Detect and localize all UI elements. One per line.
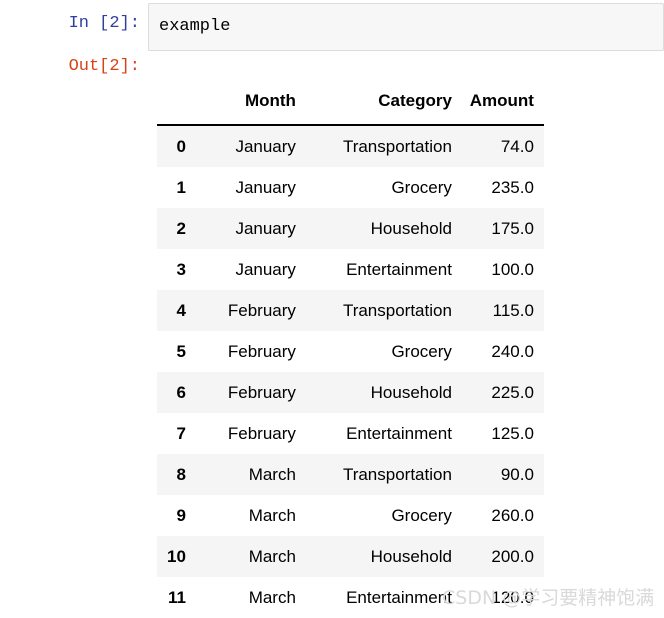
cell-amount: 125.0 <box>491 423 534 443</box>
cell-category: Grocery <box>391 177 452 197</box>
cell-category: Household <box>370 382 452 402</box>
row-index-cell: 1 <box>176 177 186 197</box>
table-row: 9 March Grocery 260.0 <box>157 495 544 536</box>
row-index-cell: 4 <box>176 300 186 320</box>
cell-category: Grocery <box>391 505 452 525</box>
table-row: 1 January Grocery 235.0 <box>157 167 544 208</box>
notebook-output-area: Month Category Amount 0 January Transporta… <box>0 84 664 618</box>
cell-month: January <box>235 136 296 156</box>
cell-category: Household <box>370 546 452 566</box>
table-row: 11 March Entertainment 120.0 <box>157 577 544 618</box>
table-row: 10 March Household 200.0 <box>157 536 544 577</box>
column-header-month: Month <box>195 84 304 126</box>
notebook-input-cell: In [2]: example <box>0 0 664 54</box>
dataframe-header: Month Category Amount <box>157 84 544 126</box>
table-row: 0 January Transportation 74.0 <box>157 125 544 167</box>
column-header-category: Category <box>303 84 460 126</box>
code-input-area[interactable]: example <box>148 3 664 51</box>
row-index-cell: 11 <box>167 587 186 607</box>
cell-month: March <box>248 464 296 484</box>
cell-month: January <box>235 177 296 197</box>
cell-category: Transportation <box>342 300 452 320</box>
cell-amount: 74.0 <box>500 136 534 156</box>
notebook-output-prompt-row: Out[2]: <box>0 54 664 84</box>
table-row: 7 February Entertainment 125.0 <box>157 413 544 454</box>
cell-month: February <box>227 300 296 320</box>
cell-category: Household <box>370 218 452 238</box>
cell-amount: 240.0 <box>491 341 534 361</box>
column-header-index <box>157 84 196 126</box>
cell-month: March <box>248 587 296 607</box>
cell-month: January <box>235 259 296 279</box>
cell-category: Transportation <box>342 464 452 484</box>
cell-category: Entertainment <box>346 259 452 279</box>
cell-amount: 90.0 <box>500 464 534 484</box>
cell-amount: 225.0 <box>491 382 534 402</box>
table-row: 6 February Household 225.0 <box>157 372 544 413</box>
cell-amount: 115.0 <box>492 300 534 320</box>
cell-month: February <box>227 341 296 361</box>
table-header-row: Month Category Amount <box>157 84 544 126</box>
column-header-amount: Amount <box>459 84 544 126</box>
cell-amount: 175.0 <box>491 218 534 238</box>
table-row: 8 March Transportation 90.0 <box>157 454 544 495</box>
code-input-text[interactable]: example <box>149 4 663 50</box>
row-index-cell: 5 <box>176 341 186 361</box>
row-index-cell: 10 <box>167 546 186 566</box>
output-prompt-label: Out[2]: <box>68 57 140 76</box>
cell-amount: 120.0 <box>491 587 534 607</box>
cell-amount: 200.0 <box>491 546 534 566</box>
cell-category: Grocery <box>391 341 452 361</box>
row-index-cell: 9 <box>176 505 186 525</box>
cell-month: February <box>227 382 296 402</box>
cell-month: February <box>227 423 296 443</box>
cell-amount: 260.0 <box>491 505 534 525</box>
cell-amount: 100.0 <box>491 259 534 279</box>
table-row: 4 February Transportation 115.0 <box>157 290 544 331</box>
cell-month: March <box>248 546 296 566</box>
dataframe-body: 0 January Transportation 74.0 1 January Grocer… <box>157 125 544 618</box>
cell-category: Entertainment <box>346 587 452 607</box>
row-index-cell: 0 <box>176 136 186 156</box>
cell-month: January <box>235 218 296 238</box>
row-index-cell: 7 <box>176 423 186 443</box>
cell-category: Transportation <box>342 136 452 156</box>
cell-month: March <box>248 505 296 525</box>
input-prompt-label: In [2]: <box>68 14 140 33</box>
table-row: 5 February Grocery 240.0 <box>157 331 544 372</box>
row-index-cell: 3 <box>176 259 186 279</box>
dataframe-table: Month Category Amount 0 January Transporta… <box>157 84 544 618</box>
row-index-cell: 2 <box>176 218 186 238</box>
row-index-cell: 8 <box>176 464 186 484</box>
table-row: 3 January Entertainment 100.0 <box>157 249 544 290</box>
row-index-cell: 6 <box>176 382 186 402</box>
table-row: 2 January Household 175.0 <box>157 208 544 249</box>
cell-amount: 235.0 <box>491 177 534 197</box>
cell-category: Entertainment <box>346 423 452 443</box>
